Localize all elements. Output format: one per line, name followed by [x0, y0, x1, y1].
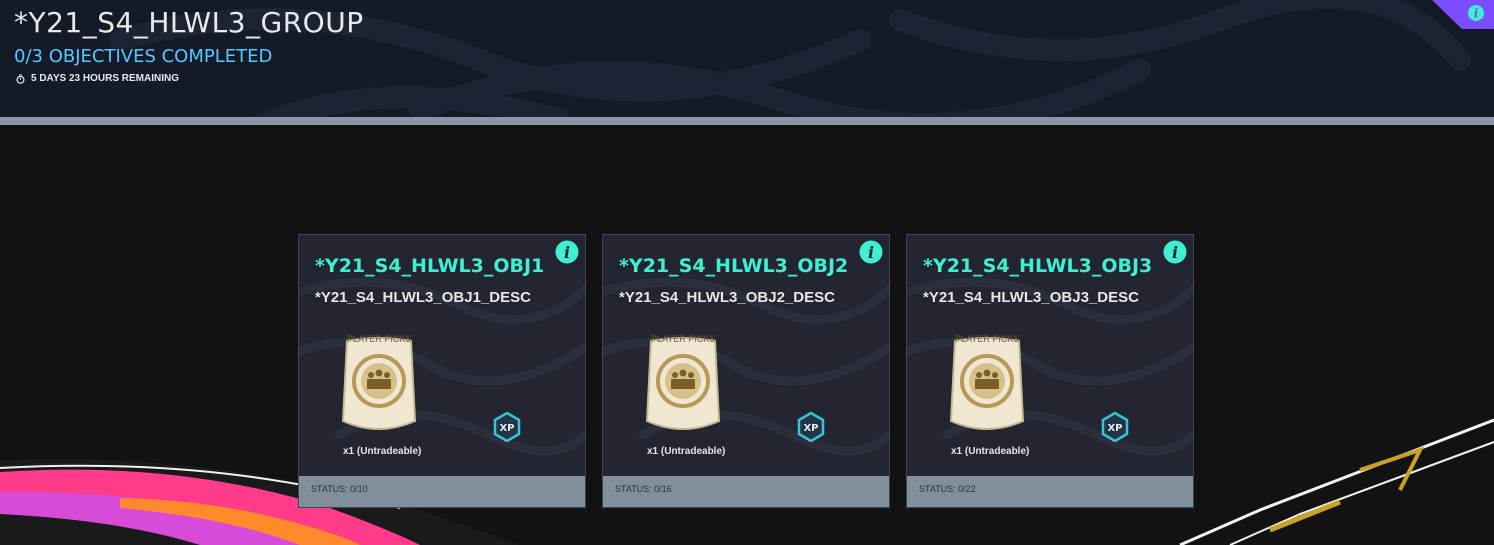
header-divider [0, 117, 1494, 125]
xp-icon: XP [797, 412, 825, 442]
objective-card[interactable]: i *Y21_S4_HLWL3_OBJ3 *Y21_S4_HLWL3_OBJ3_… [906, 234, 1194, 508]
status-text: STATUS: 0/16 [603, 476, 889, 507]
status-text: STATUS: 0/10 [299, 476, 585, 507]
group-info-icon[interactable]: i [1432, 0, 1494, 29]
objective-group-header: *Y21_S4_HLWL3_GROUP 0/3 OBJECTIVES COMPL… [0, 0, 1494, 117]
objective-title: *Y21_S4_HLWL3_OBJ1 [315, 255, 545, 277]
svg-text:i: i [1474, 7, 1479, 21]
player-picks-pack-icon [341, 337, 417, 430]
objective-card[interactable]: i *Y21_S4_HLWL3_OBJ2 *Y21_S4_HLWL3_OBJ2_… [602, 234, 890, 508]
reward-quantity: x1 (Untradeable) [647, 446, 726, 457]
reward-quantity: x1 (Untradeable) [343, 446, 422, 457]
xp-label: XP [803, 423, 818, 434]
objective-description: *Y21_S4_HLWL3_OBJ3_DESC [923, 289, 1139, 306]
objective-title: *Y21_S4_HLWL3_OBJ3 [923, 255, 1153, 277]
svg-text:i: i [1172, 243, 1178, 262]
reward-quantity: x1 (Untradeable) [951, 446, 1030, 457]
group-title: *Y21_S4_HLWL3_GROUP [14, 6, 364, 39]
objective-description: *Y21_S4_HLWL3_OBJ2_DESC [619, 289, 835, 306]
svg-text:i: i [868, 243, 874, 262]
objectives-completed-counter: 0/3 OBJECTIVES COMPLETED [14, 46, 273, 67]
objective-title: *Y21_S4_HLWL3_OBJ2 [619, 255, 849, 277]
info-icon[interactable]: i [1163, 240, 1187, 264]
info-icon[interactable]: i [555, 240, 579, 264]
xp-icon: XP [1101, 412, 1129, 442]
status-text: STATUS: 0/22 [907, 476, 1193, 507]
time-remaining: 5 DAYS 23 HOURS REMAINING [16, 73, 179, 84]
svg-text:i: i [564, 243, 570, 262]
xp-icon: XP [493, 412, 521, 442]
objective-card[interactable]: i *Y21_S4_HLWL3_OBJ1 *Y21_S4_HLWL3_OBJ1_… [298, 234, 586, 508]
objective-description: *Y21_S4_HLWL3_OBJ1_DESC [315, 289, 531, 306]
pack-label: PLAYER PICKS [651, 334, 716, 344]
xp-label: XP [499, 423, 514, 434]
player-picks-pack-icon [949, 337, 1025, 430]
info-icon[interactable]: i [859, 240, 883, 264]
objective-cards: i *Y21_S4_HLWL3_OBJ1 *Y21_S4_HLWL3_OBJ1_… [298, 234, 1194, 508]
pack-label: PLAYER PICKS [347, 334, 412, 344]
stopwatch-icon [16, 73, 25, 84]
pack-label: PLAYER PICKS [955, 334, 1020, 344]
xp-label: XP [1107, 423, 1122, 434]
player-picks-pack-icon [645, 337, 721, 430]
time-remaining-text: 5 DAYS 23 HOURS REMAINING [31, 73, 179, 84]
